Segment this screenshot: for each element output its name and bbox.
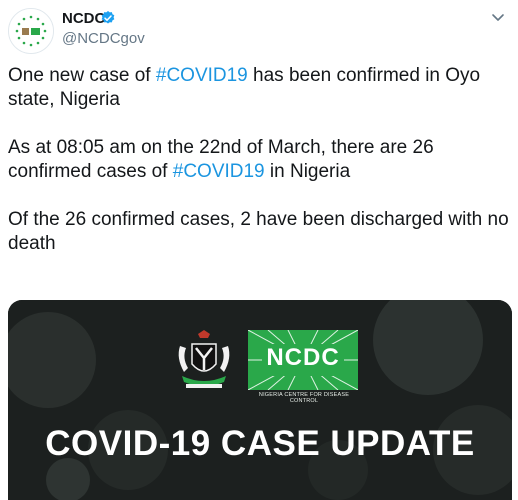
ncdc-logo: NCDC (248, 330, 358, 390)
ncdc-avatar-logo-icon (9, 9, 53, 53)
avatar[interactable] (8, 8, 54, 54)
tweet-paragraph: As at 08:05 am on the 22nd of March, the… (8, 137, 434, 182)
ncdc-logo-text: NCDC (266, 344, 340, 371)
chevron-down-icon[interactable] (490, 12, 506, 24)
display-name[interactable]: NCDC (62, 9, 105, 29)
tweet-media-image[interactable]: NCDC NIGERIA CENTRE FOR DISEASE CONTROL … (8, 300, 512, 500)
coat-of-arms-icon (178, 330, 230, 388)
verified-badge-icon (101, 11, 115, 24)
tweet-paragraph: Of the 26 confirmed cases, 2 have been d… (8, 209, 509, 254)
ncdc-logo-subtitle: NIGERIA CENTRE FOR DISEASE CONTROL (258, 392, 350, 404)
handle[interactable]: @NCDCgov (62, 29, 145, 49)
tweet-paragraph: One new case of #COVID19 has been confir… (8, 65, 481, 110)
hashtag-link[interactable]: #COVID19 (173, 161, 265, 182)
media-headline: COVID-19 CASE UPDATE (45, 424, 475, 463)
hashtag-link[interactable]: #COVID19 (156, 65, 248, 86)
tweet-text: One new case of #COVID19 has been confir… (8, 64, 514, 280)
